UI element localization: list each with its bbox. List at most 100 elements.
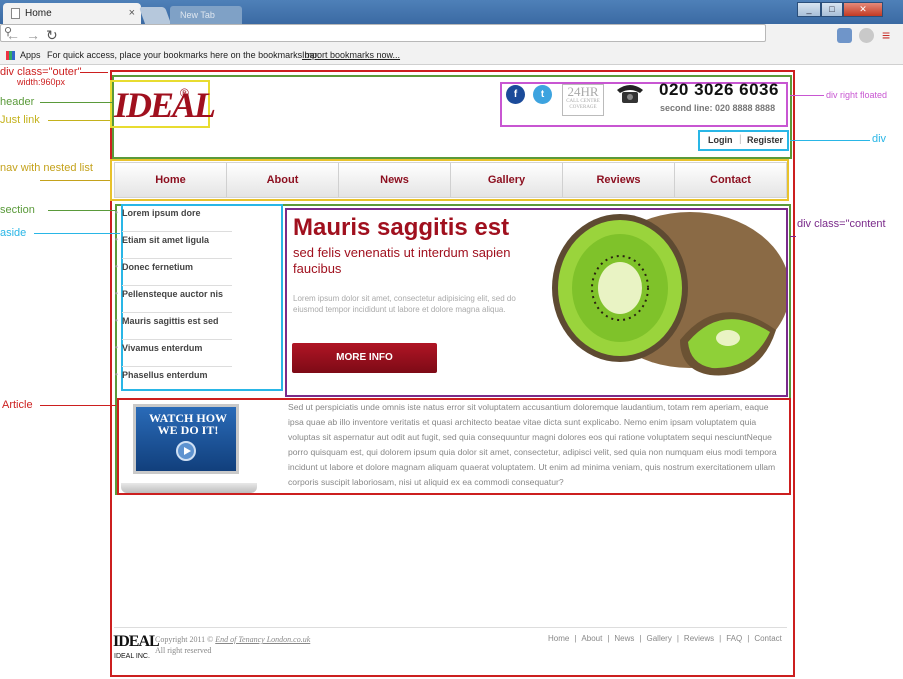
footer-link-about[interactable]: About — [581, 634, 602, 643]
annotation-line — [40, 102, 112, 103]
footer-copyright-text: Copyright 2011 © — [155, 635, 214, 644]
facebook-icon[interactable]: f — [506, 85, 525, 104]
nav-item-about[interactable]: About — [227, 163, 339, 197]
badge-24hr: 24HR CALL CENTRE COVERAGE — [562, 84, 604, 116]
search-icon: ⚲ — [4, 26, 13, 38]
footer-copyright: Copyright 2011 © End of Tenancy London.c… — [155, 634, 310, 656]
annotation-line — [80, 72, 108, 73]
footer-sep: | — [747, 634, 750, 643]
footer-link-faq[interactable]: FAQ — [726, 634, 742, 643]
annotation-line — [40, 180, 110, 181]
register-link[interactable]: Register — [747, 135, 783, 145]
annotation-line — [790, 95, 824, 96]
annotation-aside: aside — [0, 227, 27, 239]
footer-link-reviews[interactable]: Reviews — [684, 634, 714, 643]
hero-body: Lorem ipsum dolor sit amet, consectetur … — [293, 294, 516, 314]
aside-item[interactable]: Mauris sagittis est sed — [115, 313, 232, 340]
extension-icon[interactable] — [837, 28, 852, 43]
footer-sep: | — [719, 634, 722, 643]
logo-registered: ® — [180, 86, 189, 100]
footer-sep: | — [574, 634, 577, 643]
telephone-icon — [617, 85, 643, 103]
footer-sep: | — [607, 634, 610, 643]
footer-link-news[interactable]: News — [614, 634, 634, 643]
article-text: Sed ut perspiciatis unde omnis iste natu… — [288, 402, 777, 487]
nav-item-gallery[interactable]: Gallery — [451, 163, 563, 197]
nav-item-contact[interactable]: Contact — [675, 163, 786, 197]
login-separator: | — [739, 134, 742, 145]
bookmarks-bar: Apps For quick access, place your bookma… — [0, 47, 903, 65]
annotation-div: div — [872, 133, 887, 145]
import-bookmarks-link[interactable]: Import bookmarks now... — [302, 50, 400, 60]
tab-home[interactable]: Home × — [3, 3, 141, 24]
annotation-just-link: Just link — [0, 114, 40, 126]
tab-close-icon[interactable]: × — [129, 7, 135, 19]
annotation-nav: nav with nested list — [0, 162, 93, 174]
phone-second-line: second line: 020 8888 8888 — [660, 103, 776, 113]
window-controls: _ □ ✕ — [797, 2, 883, 17]
annotation-line — [48, 120, 110, 121]
apps-link[interactable]: Apps — [20, 50, 41, 60]
aside-item[interactable]: Lorem ipsum dore — [115, 205, 232, 232]
page-icon — [11, 8, 20, 19]
login-link[interactable]: Login — [708, 135, 733, 145]
tab-title: Home — [25, 8, 52, 19]
footer-logo: IDEAL — [113, 633, 160, 650]
footer-link-gallery[interactable]: Gallery — [647, 634, 672, 643]
nav-item-home[interactable]: Home — [115, 163, 227, 197]
extension-icon-2[interactable] — [859, 28, 874, 43]
footer-rights: All right reserved — [155, 646, 212, 655]
reload-icon[interactable]: ↻ — [46, 27, 58, 44]
menu-icon[interactable]: ≡ — [882, 27, 890, 43]
bookmarks-hint: For quick access, place your bookmarks h… — [47, 50, 320, 60]
annotation-section: section — [0, 204, 35, 216]
kiwi-image — [552, 212, 786, 376]
aside-item[interactable]: Etiam sit amet ligula — [115, 232, 232, 259]
annotation-line — [40, 405, 116, 406]
video-title: WATCH HOW WE DO IT! — [148, 411, 228, 437]
play-icon[interactable] — [176, 441, 196, 461]
phone-number: 020 3026 6036 — [659, 80, 779, 99]
footer-sep: | — [639, 634, 642, 643]
tab-background[interactable]: New Tab — [170, 6, 242, 24]
aside-item[interactable]: Vivamus enterdum — [115, 340, 232, 367]
annotation-right-floated: div right floated — [826, 90, 888, 100]
minimize-button[interactable]: _ — [797, 2, 821, 17]
more-info-button[interactable]: MORE INFO — [292, 343, 437, 373]
badge-24hr-sub: CALL CENTRE COVERAGE — [566, 99, 600, 110]
annotation-header: header — [0, 96, 35, 108]
footer-company: IDEAL INC. — [114, 653, 150, 660]
nav-item-news[interactable]: News — [339, 163, 451, 197]
annotation-outer-width: width:960px — [17, 77, 66, 87]
aside-item[interactable]: Donec fernetium — [115, 259, 232, 286]
annotation-content: div class="content — [797, 218, 886, 230]
footer-link-contact[interactable]: Contact — [754, 634, 782, 643]
annotation-line — [34, 233, 120, 234]
aside-item[interactable]: Pellensteque auctor nis — [115, 286, 232, 313]
footer-link-home[interactable]: Home — [548, 634, 569, 643]
browser-toolbar: ← → ↻ ⚲ ≡ — [0, 24, 903, 47]
maximize-button[interactable]: □ — [821, 2, 843, 17]
annotation-line — [48, 210, 115, 211]
bg-tab-title: New Tab — [180, 10, 215, 20]
footer-site-link[interactable]: End of Tenancy London.co.uk — [215, 635, 310, 644]
annotation-line — [790, 236, 796, 237]
laptop-base — [121, 483, 257, 493]
address-bar[interactable]: ⚲ — [0, 24, 766, 42]
logo[interactable]: IDEAL — [114, 84, 216, 126]
apps-grid-icon[interactable] — [6, 51, 15, 60]
hero-subtitle: sed felis venenatis ut interdum sapien f… — [293, 245, 511, 276]
aside-item[interactable]: Phasellus enterdum — [115, 367, 232, 394]
footer-divider — [114, 627, 787, 628]
nav-item-reviews[interactable]: Reviews — [563, 163, 675, 197]
forward-icon[interactable]: → — [26, 27, 40, 43]
twitter-icon[interactable]: t — [533, 85, 552, 104]
hero-title: Mauris saggitis est — [293, 214, 510, 241]
annotation-article: Article — [2, 399, 33, 411]
footer-sep: | — [676, 634, 679, 643]
footer-nav: Home | About | News | Gallery | Reviews | FAQ… — [548, 634, 782, 643]
close-button[interactable]: ✕ — [843, 2, 883, 17]
main-nav: Home About News Gallery Reviews Contact — [114, 162, 787, 198]
badge-24hr-text: 24HR — [567, 84, 599, 99]
annotation-line — [790, 140, 870, 141]
